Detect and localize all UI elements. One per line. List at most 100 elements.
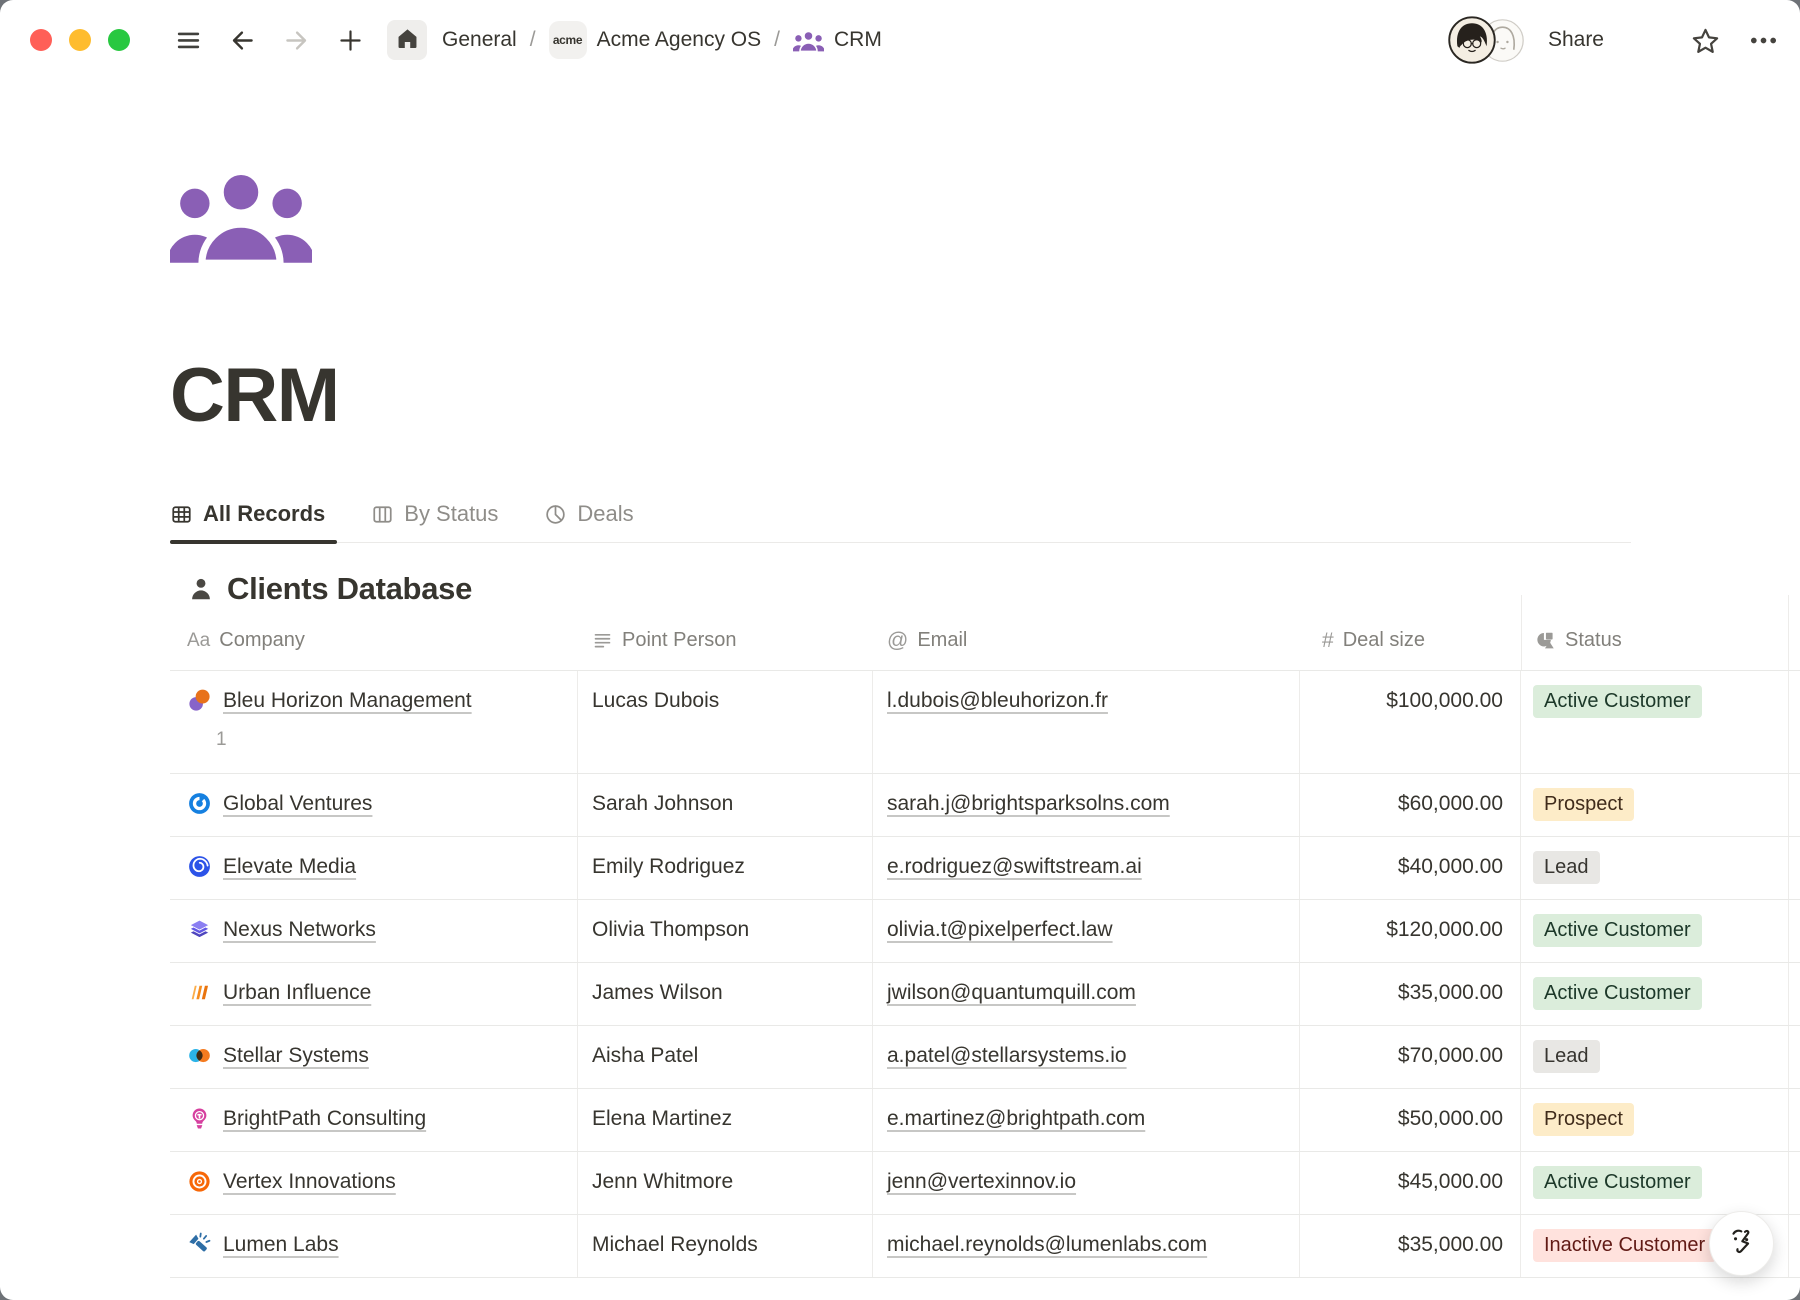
- new-page-button[interactable]: [335, 25, 365, 55]
- back-button[interactable]: [227, 25, 257, 55]
- deal-size-cell[interactable]: $100,000.00: [1300, 671, 1521, 773]
- company-cell[interactable]: Stellar Systems: [170, 1026, 578, 1088]
- forward-button[interactable]: [281, 25, 311, 55]
- table-row[interactable]: Stellar Systems Aisha Patel a.patel@stel…: [170, 1026, 1800, 1089]
- deal-size-cell[interactable]: $40,000.00: [1300, 837, 1521, 899]
- company-page-link[interactable]: Nexus Networks: [223, 914, 376, 945]
- status-cell[interactable]: Active Customer: [1521, 671, 1789, 773]
- point-person-cell[interactable]: Olivia Thompson: [578, 900, 873, 962]
- status-cell[interactable]: Active Customer: [1521, 900, 1789, 962]
- email-cell[interactable]: e.martinez@brightpath.com: [873, 1089, 1300, 1151]
- status-cell[interactable]: Active Customer: [1521, 1152, 1789, 1214]
- email-cell[interactable]: a.patel@stellarsystems.io: [873, 1026, 1300, 1088]
- email-cell[interactable]: michael.reynolds@lumenlabs.com: [873, 1215, 1300, 1277]
- home-button[interactable]: [387, 20, 427, 60]
- company-page-link[interactable]: Bleu Horizon Management: [223, 685, 472, 716]
- company-page-link[interactable]: BrightPath Consulting: [223, 1103, 426, 1134]
- table-row[interactable]: Elevate Media Emily Rodriguez e.rodrigue…: [170, 837, 1800, 900]
- company-cell[interactable]: Bleu Horizon Management 1: [170, 671, 578, 773]
- minimize-window-button[interactable]: [69, 29, 91, 51]
- deal-size-cell[interactable]: $45,000.00: [1300, 1152, 1521, 1214]
- column-header-point-person[interactable]: Point Person: [578, 611, 873, 670]
- company-cell[interactable]: Urban Influence: [170, 963, 578, 1025]
- share-button[interactable]: Share: [1548, 28, 1604, 52]
- point-person-cell[interactable]: Emily Rodriguez: [578, 837, 873, 899]
- zoom-window-button[interactable]: [108, 29, 130, 51]
- table-row[interactable]: Nexus Networks Olivia Thompson olivia.t@…: [170, 900, 1800, 963]
- comment-count[interactable]: 1: [187, 724, 577, 755]
- column-header-email[interactable]: @ Email: [873, 611, 1300, 670]
- company-page-link[interactable]: Vertex Innovations: [223, 1166, 396, 1197]
- company-cell[interactable]: Global Ventures: [170, 774, 578, 836]
- email-cell[interactable]: sarah.j@brightsparksolns.com: [873, 774, 1300, 836]
- breadcrumb-acme-agency-os[interactable]: Acme Agency OS: [597, 28, 762, 52]
- email-link[interactable]: sarah.j@brightsparksolns.com: [887, 792, 1170, 815]
- board-icon: [371, 503, 394, 526]
- table-row[interactable]: Bleu Horizon Management 1 Lucas Dubois l…: [170, 671, 1800, 774]
- company-cell[interactable]: Nexus Networks: [170, 900, 578, 962]
- status-cell[interactable]: Prospect: [1521, 774, 1789, 836]
- status-cell[interactable]: Lead: [1521, 1026, 1789, 1088]
- company-page-link[interactable]: Elevate Media: [223, 851, 356, 882]
- deal-size-cell[interactable]: $35,000.00: [1300, 963, 1521, 1025]
- company-cell[interactable]: BrightPath Consulting: [170, 1089, 578, 1151]
- status-cell[interactable]: Lead: [1521, 837, 1789, 899]
- column-header-status[interactable]: Status: [1521, 611, 1789, 670]
- deal-size-cell[interactable]: $35,000.00: [1300, 1215, 1521, 1277]
- status-cell[interactable]: Active Customer: [1521, 963, 1789, 1025]
- collaborator-avatars[interactable]: [1448, 16, 1524, 64]
- email-link[interactable]: e.martinez@brightpath.com: [887, 1107, 1145, 1130]
- company-page-link[interactable]: Urban Influence: [223, 977, 371, 1008]
- email-cell[interactable]: l.dubois@bleuhorizon.fr: [873, 671, 1300, 773]
- deal-size-cell[interactable]: $120,000.00: [1300, 900, 1521, 962]
- more-options-button[interactable]: [1748, 25, 1778, 55]
- breadcrumb-general[interactable]: General: [442, 28, 517, 52]
- point-person-cell[interactable]: Lucas Dubois: [578, 671, 873, 773]
- deal-size-cell[interactable]: $50,000.00: [1300, 1089, 1521, 1151]
- point-person-cell[interactable]: Aisha Patel: [578, 1026, 873, 1088]
- column-header-company[interactable]: Aa Company: [170, 611, 578, 670]
- deal-size-cell[interactable]: $70,000.00: [1300, 1026, 1521, 1088]
- favorite-button[interactable]: [1690, 25, 1720, 55]
- table-row[interactable]: BrightPath Consulting Elena Martinez e.m…: [170, 1089, 1800, 1152]
- table-row[interactable]: Lumen Labs Michael Reynolds michael.reyn…: [170, 1215, 1800, 1278]
- email-link[interactable]: e.rodriguez@swiftstream.ai: [887, 855, 1142, 878]
- breadcrumb-crm[interactable]: CRM: [834, 28, 882, 52]
- email-link[interactable]: a.patel@stellarsystems.io: [887, 1044, 1127, 1067]
- company-page-link[interactable]: Stellar Systems: [223, 1040, 369, 1071]
- comments-button[interactable]: [1632, 25, 1662, 55]
- table-row[interactable]: Vertex Innovations Jenn Whitmore jenn@ve…: [170, 1152, 1800, 1215]
- tab-by-status[interactable]: By Status: [371, 501, 510, 542]
- email-cell[interactable]: jenn@vertexinnov.io: [873, 1152, 1300, 1214]
- company-cell[interactable]: Lumen Labs: [170, 1215, 578, 1277]
- email-link[interactable]: michael.reynolds@lumenlabs.com: [887, 1233, 1207, 1256]
- deal-size-cell[interactable]: $60,000.00: [1300, 774, 1521, 836]
- point-person-cell[interactable]: Sarah Johnson: [578, 774, 873, 836]
- point-person-cell[interactable]: Jenn Whitmore: [578, 1152, 873, 1214]
- email-link[interactable]: jwilson@quantumquill.com: [887, 981, 1136, 1004]
- email-link[interactable]: jenn@vertexinnov.io: [887, 1170, 1076, 1193]
- email-cell[interactable]: e.rodriguez@swiftstream.ai: [873, 837, 1300, 899]
- point-person-cell[interactable]: Elena Martinez: [578, 1089, 873, 1151]
- email-link[interactable]: olivia.t@pixelperfect.law: [887, 918, 1113, 941]
- tab-deals[interactable]: Deals: [544, 501, 645, 542]
- sidebar-menu-button[interactable]: [173, 25, 203, 55]
- notion-ai-button[interactable]: [1709, 1211, 1774, 1276]
- email-cell[interactable]: jwilson@quantumquill.com: [873, 963, 1300, 1025]
- page-icon[interactable]: [170, 162, 312, 264]
- close-window-button[interactable]: [30, 29, 52, 51]
- table-row[interactable]: Urban Influence James Wilson jwilson@qua…: [170, 963, 1800, 1026]
- column-label: Deal size: [1343, 629, 1425, 652]
- company-cell[interactable]: Elevate Media: [170, 837, 578, 899]
- point-person-cell[interactable]: James Wilson: [578, 963, 873, 1025]
- column-header-deal-size[interactable]: # Deal size: [1300, 611, 1521, 670]
- company-page-link[interactable]: Lumen Labs: [223, 1229, 339, 1260]
- email-link[interactable]: l.dubois@bleuhorizon.fr: [887, 689, 1108, 712]
- status-cell[interactable]: Prospect: [1521, 1089, 1789, 1151]
- table-row[interactable]: Global Ventures Sarah Johnson sarah.j@br…: [170, 774, 1800, 837]
- company-page-link[interactable]: Global Ventures: [223, 788, 372, 819]
- point-person-cell[interactable]: Michael Reynolds: [578, 1215, 873, 1277]
- tab-all-records[interactable]: All Records: [170, 501, 337, 542]
- email-cell[interactable]: olivia.t@pixelperfect.law: [873, 900, 1300, 962]
- company-cell[interactable]: Vertex Innovations: [170, 1152, 578, 1214]
